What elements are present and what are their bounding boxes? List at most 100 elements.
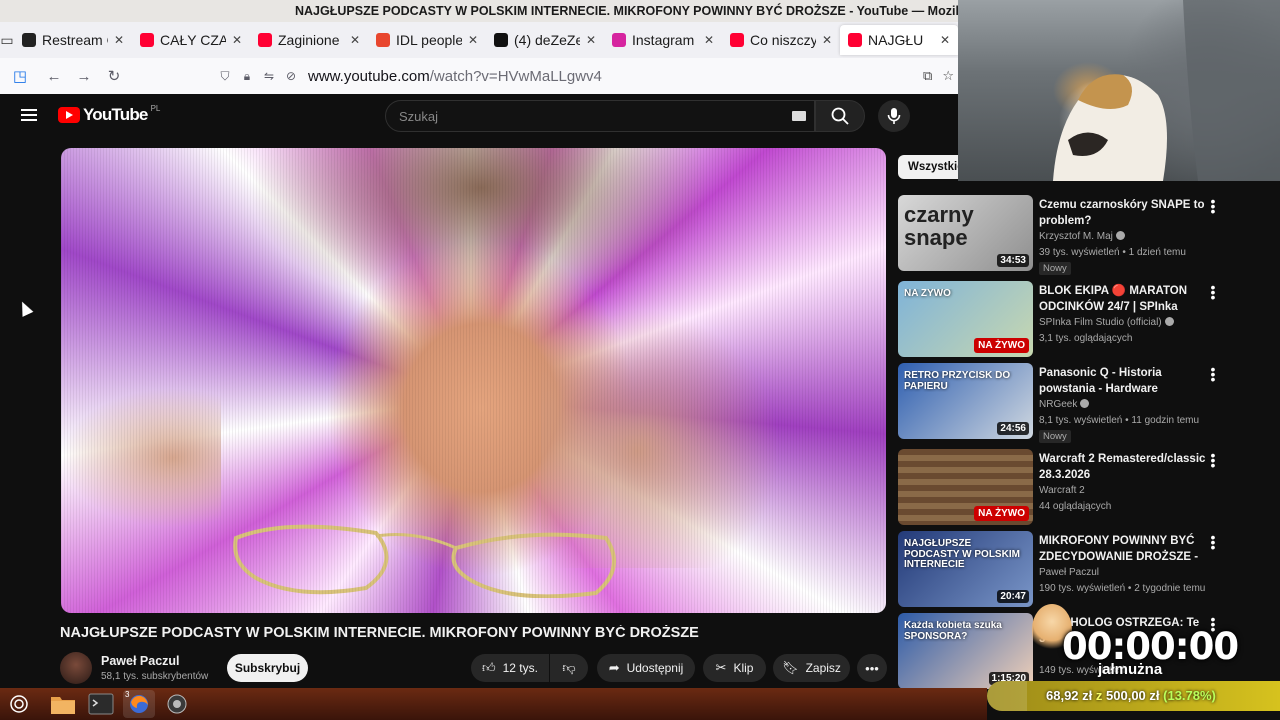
youtube-logo[interactable]: YouTube PL xyxy=(58,103,161,125)
browser-tab[interactable]: Zaginione ✕ xyxy=(250,25,368,55)
shield-icon[interactable]: ⛉ xyxy=(214,69,236,84)
list-all-tabs-icon[interactable]: ▭ xyxy=(0,22,14,58)
tab-close-icon[interactable]: ✕ xyxy=(940,33,950,47)
reload-button[interactable]: ↻ xyxy=(99,67,129,85)
dislike-button[interactable]: 👎︎ xyxy=(550,654,588,682)
video-thumbnail[interactable]: NA ŻYWO NA ŻYWO xyxy=(898,281,1033,357)
verified-icon xyxy=(1080,399,1090,408)
donation-separator: z xyxy=(1095,688,1103,703)
tab-close-icon[interactable]: ✕ xyxy=(822,33,832,47)
browser-tab[interactable]: NAJGŁU ✕ xyxy=(840,25,958,55)
tab-close-icon[interactable]: ✕ xyxy=(586,33,596,47)
terminal-icon[interactable] xyxy=(85,690,117,718)
tab-title: NAJGŁU xyxy=(868,32,924,48)
tab-title: CAŁY CZAS xyxy=(160,32,226,48)
keyboard-icon[interactable] xyxy=(792,111,806,121)
lock-icon[interactable]: 🔒︎ xyxy=(236,69,258,84)
file-manager-icon[interactable] xyxy=(47,690,79,718)
more-horizontal-icon: ••• xyxy=(865,660,879,676)
more-vertical-icon[interactable]: • • • xyxy=(1210,530,1216,554)
back-button[interactable]: ← xyxy=(39,68,69,85)
browser-tab[interactable]: Restream C ✕ xyxy=(14,25,132,55)
tab-strip: ▭ Restream C✕CAŁY CZAS✕Zaginione✕IDL peo… xyxy=(0,22,958,58)
recommended-video[interactable]: NA ŻYWO NA ŻYWO BLOK EKIPA 🔴 MARATON ODCIN… xyxy=(898,280,1228,359)
tab-close-icon[interactable]: ✕ xyxy=(232,33,242,47)
browser-tab[interactable]: (4) deZeZe ✕ xyxy=(486,25,604,55)
browser-tab[interactable]: Co niszczy ✕ xyxy=(722,25,840,55)
browser-tab[interactable]: CAŁY CZAS ✕ xyxy=(132,25,250,55)
channel-owner[interactable]: Paweł Paczul 58,1 tys. subskrybentów xyxy=(60,651,208,685)
recommended-video-title[interactable]: Warcraft 2 Remastered/classic 28.3.2026 xyxy=(1039,451,1207,483)
recommended-video-title[interactable]: Czemu czarnoskóry SNAPE to problem? xyxy=(1039,197,1207,229)
more-vertical-icon[interactable]: • • • xyxy=(1210,362,1216,386)
video-thumbnail[interactable]: Każda kobieta szuka SPONSORA? 1:15:20 xyxy=(898,613,1033,689)
video-thumbnail[interactable]: czarny snape 34:53 xyxy=(898,195,1033,271)
more-actions-button[interactable]: ••• xyxy=(857,654,887,682)
recommended-video[interactable]: czarny snape 34:53 Czemu czarnoskóry SNAPE… xyxy=(898,194,1228,275)
search-button[interactable] xyxy=(815,100,865,132)
window-title: NAJGŁUPSZE PODCASTY W POLSKIM INTERNECIE… xyxy=(0,0,958,22)
recommended-channel[interactable]: NRGeek xyxy=(1039,399,1090,410)
tab-title: (4) deZeZe xyxy=(514,32,580,48)
obs-icon[interactable] xyxy=(161,690,193,718)
youtube-play-icon xyxy=(58,107,80,123)
permissions-icon[interactable]: ⇋ xyxy=(258,69,280,83)
recommended-video[interactable]: RETRO PRZYCISK DO PAPIERU 24:56 Panasonic … xyxy=(898,362,1228,443)
browser-tab[interactable]: Instagram ✕ xyxy=(604,25,722,55)
search-input[interactable] xyxy=(386,101,766,131)
thumbs-down-icon: 👎︎ xyxy=(562,660,576,675)
recommended-video-title[interactable]: MIKROFONY POWINNY BYĆ ZDECYDOWANIE DROŻS… xyxy=(1039,533,1207,565)
muted-icon[interactable]: ⊘ xyxy=(280,69,302,83)
recommended-channel-name: Paweł Paczul xyxy=(1039,567,1100,578)
video-thumbnail[interactable]: RETRO PRZYCISK DO PAPIERU 24:56 xyxy=(898,363,1033,439)
clip-button[interactable]: ✂ Klip xyxy=(703,654,766,682)
channel-avatar[interactable] xyxy=(60,652,92,684)
recommended-video[interactable]: NA ŻYWO Warcraft 2 Remastered/classic 28.… xyxy=(898,448,1228,527)
more-vertical-icon[interactable]: • • • xyxy=(1210,280,1216,304)
start-menu-icon[interactable] xyxy=(3,690,35,718)
recommended-video-title[interactable]: Panasonic Q - Historia powstania - Hardw… xyxy=(1039,365,1207,397)
menu-icon[interactable] xyxy=(21,109,37,121)
more-vertical-icon[interactable]: • • • xyxy=(1210,448,1216,472)
sidebar-toggle-icon[interactable]: ◳ xyxy=(5,67,35,85)
bookmark-star-icon[interactable]: ☆ xyxy=(942,68,954,84)
more-vertical-icon[interactable]: • • • xyxy=(1210,194,1216,218)
firefox-icon[interactable]: 3 xyxy=(123,690,155,718)
recommended-channel[interactable]: Warcraft 2 xyxy=(1039,485,1085,496)
browser-tab[interactable]: IDL people ✕ xyxy=(368,25,486,55)
recommended-channel[interactable]: SPInka Film Studio (official) xyxy=(1039,317,1174,328)
video-thumbnail[interactable]: NA ŻYWO xyxy=(898,449,1033,525)
forward-button[interactable]: → xyxy=(69,68,99,85)
picture-in-picture-icon[interactable]: ⧉ xyxy=(923,68,932,84)
save-button[interactable]: 🔖︎ Zapisz xyxy=(773,654,850,682)
video-player[interactable] xyxy=(61,148,886,613)
subscribe-button[interactable]: Subskrybuj xyxy=(227,654,308,682)
recommended-video-title[interactable]: BLOK EKIPA 🔴 MARATON ODCINKÓW 24/7 | SPI… xyxy=(1039,283,1207,315)
window-count-badge: 3 xyxy=(125,690,130,699)
recommended-video-meta: 39 tys. wyświetleń • 1 dzień temu xyxy=(1039,247,1186,258)
tab-favicon-icon xyxy=(258,33,272,47)
video-scanlines xyxy=(61,148,886,613)
video-thumbnail[interactable]: NAJGŁUPSZE PODCASTY W POLSKIM INTERNECIE… xyxy=(898,531,1033,607)
search-box xyxy=(385,100,815,132)
tab-favicon-icon xyxy=(22,33,36,47)
tab-close-icon[interactable]: ✕ xyxy=(704,33,714,47)
recommended-channel[interactable]: Paweł Paczul xyxy=(1039,567,1099,578)
like-button[interactable]: 👍︎ 12 tys. xyxy=(471,654,549,682)
save-label: Zapisz xyxy=(805,661,841,675)
url-host: www.youtube.com xyxy=(308,67,430,85)
tab-close-icon[interactable]: ✕ xyxy=(114,33,124,47)
recommended-video[interactable]: NAJGŁUPSZE PODCASTY W POLSKIM INTERNECIE… xyxy=(898,530,1228,609)
url-bar[interactable]: ⛉ 🔒︎ ⇋ ⊘ www.youtube.com/watch?v=HVwMaLL… xyxy=(214,62,958,90)
donation-timer-label: jałmużna xyxy=(1098,661,1163,678)
recommended-channel[interactable]: Krzysztof M. Maj xyxy=(1039,231,1125,242)
channel-name[interactable]: Paweł Paczul xyxy=(101,654,208,668)
voice-search-button[interactable] xyxy=(878,100,910,132)
recommended-video-meta: 3,1 tys. oglądających xyxy=(1039,333,1133,344)
video-duration: 24:56 xyxy=(997,422,1029,435)
share-button[interactable]: ➦ Udostępnij xyxy=(597,654,695,682)
country-code: PL xyxy=(150,103,161,113)
scissors-icon: ✂ xyxy=(715,660,727,675)
tab-close-icon[interactable]: ✕ xyxy=(468,33,478,47)
tab-close-icon[interactable]: ✕ xyxy=(350,33,360,47)
